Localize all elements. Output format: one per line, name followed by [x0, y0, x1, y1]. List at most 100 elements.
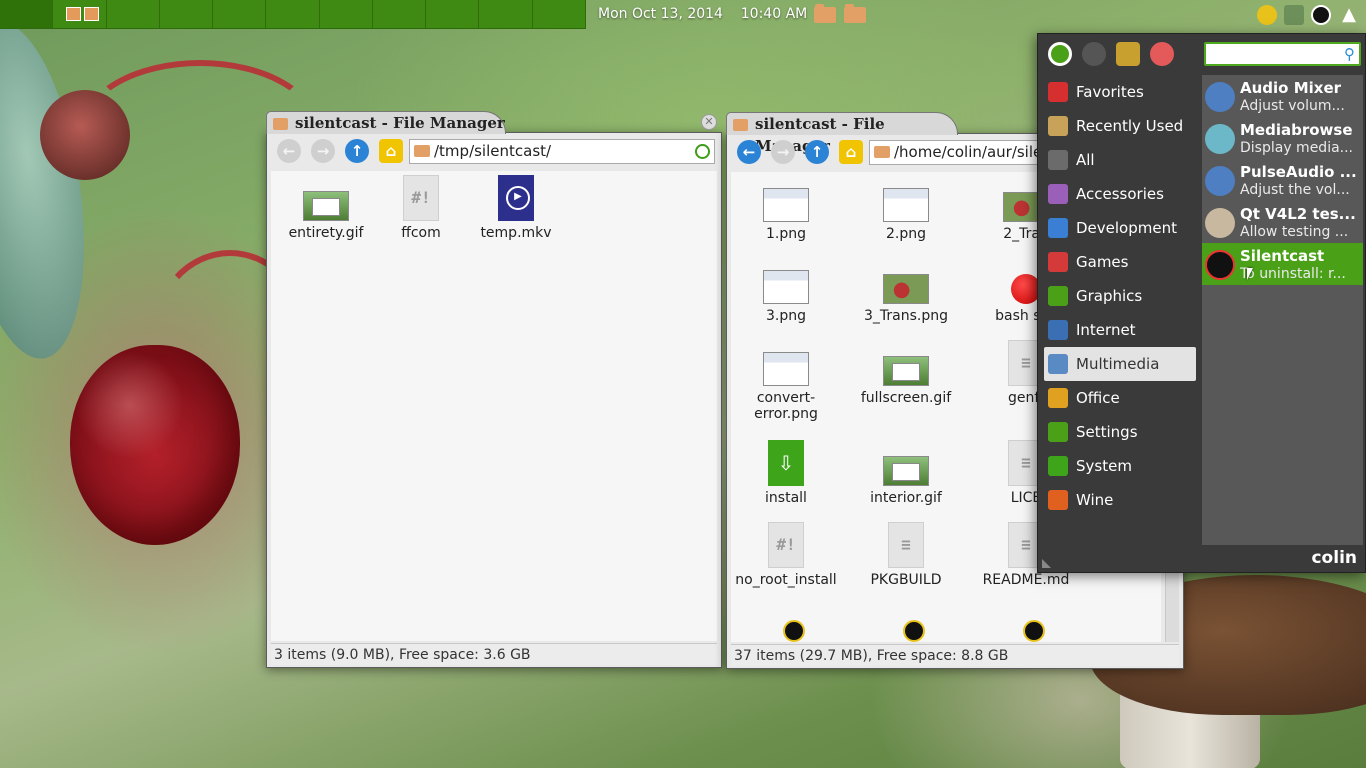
window-preview-icon	[84, 7, 100, 21]
monitor-icon	[1205, 124, 1235, 154]
close-icon[interactable]: ✕	[701, 114, 717, 130]
workspace-8[interactable]	[373, 0, 427, 28]
arch-menu-icon[interactable]: ▲	[1339, 5, 1359, 25]
back-arrow-icon[interactable]: ←	[277, 139, 301, 163]
category-label: Favorites	[1076, 83, 1144, 101]
file-name-label: 3.png	[765, 308, 806, 324]
category-label: Internet	[1076, 321, 1136, 339]
menu-app-item[interactable]: Qt V4L2 tes... Allow testing ...	[1202, 201, 1363, 243]
silentcast-icon[interactable]	[903, 620, 925, 642]
tray-pencil-icon[interactable]	[1257, 5, 1277, 25]
menu-category-games[interactable]: Games	[1044, 245, 1196, 279]
file-name-label: convert- error.png	[754, 390, 818, 422]
file-item[interactable]: #! no_root_install	[731, 520, 841, 588]
workspace-1[interactable]	[0, 0, 54, 28]
workspace-7[interactable]	[320, 0, 373, 28]
file-item[interactable]: 1.png	[731, 174, 841, 242]
file-item[interactable]: ⇩ install	[731, 438, 841, 506]
workspace-11[interactable]	[533, 0, 586, 28]
file-item[interactable]: fullscreen.gif	[851, 338, 961, 406]
file-item[interactable]: interior.gif	[851, 438, 961, 506]
file-name-label: temp.mkv	[480, 225, 552, 241]
window-titlebar[interactable]: silentcast - File Manager	[266, 111, 506, 134]
file-item[interactable]: entirety.gif	[271, 173, 381, 241]
file-item[interactable]: ≡ PKGBUILD	[851, 520, 961, 588]
menu-category-accessories[interactable]: Accessories	[1044, 177, 1196, 211]
category-label: Graphics	[1076, 287, 1143, 305]
silentcast-icon[interactable]	[783, 620, 805, 642]
menu-category-favorites[interactable]: Favorites	[1044, 75, 1196, 109]
workspace-9[interactable]	[426, 0, 480, 28]
menu-category-multimedia[interactable]: Multimedia	[1044, 347, 1196, 381]
home-icon[interactable]: ⌂	[379, 139, 403, 163]
taskbar-folder-icon[interactable]	[814, 4, 836, 23]
window-title: silentcast - File Manager	[295, 114, 505, 132]
file-item[interactable]: 3_Trans.png	[851, 256, 961, 324]
settings-toggle-icon[interactable]	[1150, 42, 1174, 66]
workspace-2[interactable]	[53, 0, 107, 28]
workspace-3[interactable]	[107, 0, 160, 28]
window-titlebar[interactable]: silentcast - File Manager	[726, 112, 958, 155]
username-label: colin	[1311, 548, 1357, 568]
app-name: Audio Mixer	[1240, 79, 1342, 97]
resize-grip-icon[interactable]	[1042, 559, 1051, 568]
forward-arrow-icon[interactable]: →	[311, 139, 335, 163]
logout-icon[interactable]	[1048, 42, 1072, 66]
app-name: Mediabrowse	[1240, 121, 1353, 139]
home-icon[interactable]: ⌂	[839, 140, 863, 164]
workspace-10[interactable]	[479, 0, 533, 28]
silentcast-icon[interactable]	[1023, 620, 1045, 642]
menu-app-item[interactable]: Audio Mixer Adjust volum...	[1202, 75, 1363, 117]
folder-icon	[414, 145, 430, 157]
all-apps-icon	[1048, 150, 1068, 170]
tray-network-icon[interactable]	[1284, 5, 1304, 25]
path-bar[interactable]: /tmp/silentcast/	[409, 139, 715, 164]
file-item[interactable]: 3.png	[731, 256, 841, 324]
path-text: /home/colin/aur/sile	[894, 143, 1043, 161]
back-arrow-icon[interactable]: ←	[737, 140, 761, 164]
file-item[interactable]: temp.mkv	[461, 173, 571, 241]
menu-category-office[interactable]: Office	[1044, 381, 1196, 415]
workspace-switcher[interactable]	[0, 0, 586, 29]
up-arrow-icon[interactable]: ↑	[805, 140, 829, 164]
up-arrow-icon[interactable]: ↑	[345, 139, 369, 163]
menu-category-development[interactable]: Development	[1044, 211, 1196, 245]
category-label: Recently Used	[1076, 117, 1184, 135]
app-description: Adjust the vol...	[1240, 182, 1350, 198]
menu-category-system[interactable]: System	[1044, 449, 1196, 483]
toolbar: ← → ↑ ⌂ /tmp/silentcast/	[271, 137, 717, 167]
panel-clock[interactable]: Mon Oct 13, 2014 10:40 AM	[598, 6, 807, 22]
speaker-icon	[1205, 166, 1235, 196]
screenshot-thumbnail-icon	[883, 188, 929, 222]
status-bar: 3 items (9.0 MB), Free space: 3.6 GB	[271, 643, 717, 665]
menu-app-item[interactable]: Mediabrowse Display media...	[1202, 117, 1363, 159]
file-name-label: fullscreen.gif	[860, 390, 952, 406]
menu-category-settings[interactable]: Settings	[1044, 415, 1196, 449]
photo-thumbnail-icon	[883, 274, 929, 304]
menu-search-input[interactable]: ⚲	[1204, 42, 1361, 66]
workspace-5[interactable]	[213, 0, 267, 28]
file-name-label: 2.png	[885, 226, 926, 242]
file-view[interactable]: entirety.gif #! ffcom temp.mkv	[271, 171, 717, 641]
menu-app-item[interactable]: Silentcast To uninstall: r...	[1202, 243, 1363, 285]
lock-icon[interactable]	[1082, 42, 1106, 66]
taskbar-folder-icon[interactable]	[844, 4, 866, 23]
file-item[interactable]: #! ffcom	[366, 173, 476, 241]
menu-category-recently-used[interactable]: Recently Used	[1044, 109, 1196, 143]
file-item[interactable]: 2.png	[851, 174, 961, 242]
menu-category-graphics[interactable]: Graphics	[1044, 279, 1196, 313]
file-item[interactable]: convert- error.png	[731, 338, 841, 422]
menu-app-item[interactable]: PulseAudio ... Adjust the vol...	[1202, 159, 1363, 201]
wallpaper-leaf	[0, 13, 104, 367]
menu-category-wine[interactable]: Wine	[1044, 483, 1196, 517]
workspace-6[interactable]	[266, 0, 320, 28]
mouse-cursor	[1247, 268, 1253, 280]
file-name-label: README.md	[982, 572, 1070, 588]
refresh-icon[interactable]	[695, 144, 710, 159]
switch-user-icon[interactable]	[1116, 42, 1140, 66]
workspace-4[interactable]	[160, 0, 214, 28]
forward-arrow-icon[interactable]: →	[771, 140, 795, 164]
menu-category-internet[interactable]: Internet	[1044, 313, 1196, 347]
tray-silentcast-icon[interactable]	[1311, 5, 1331, 25]
menu-category-all[interactable]: All	[1044, 143, 1196, 177]
